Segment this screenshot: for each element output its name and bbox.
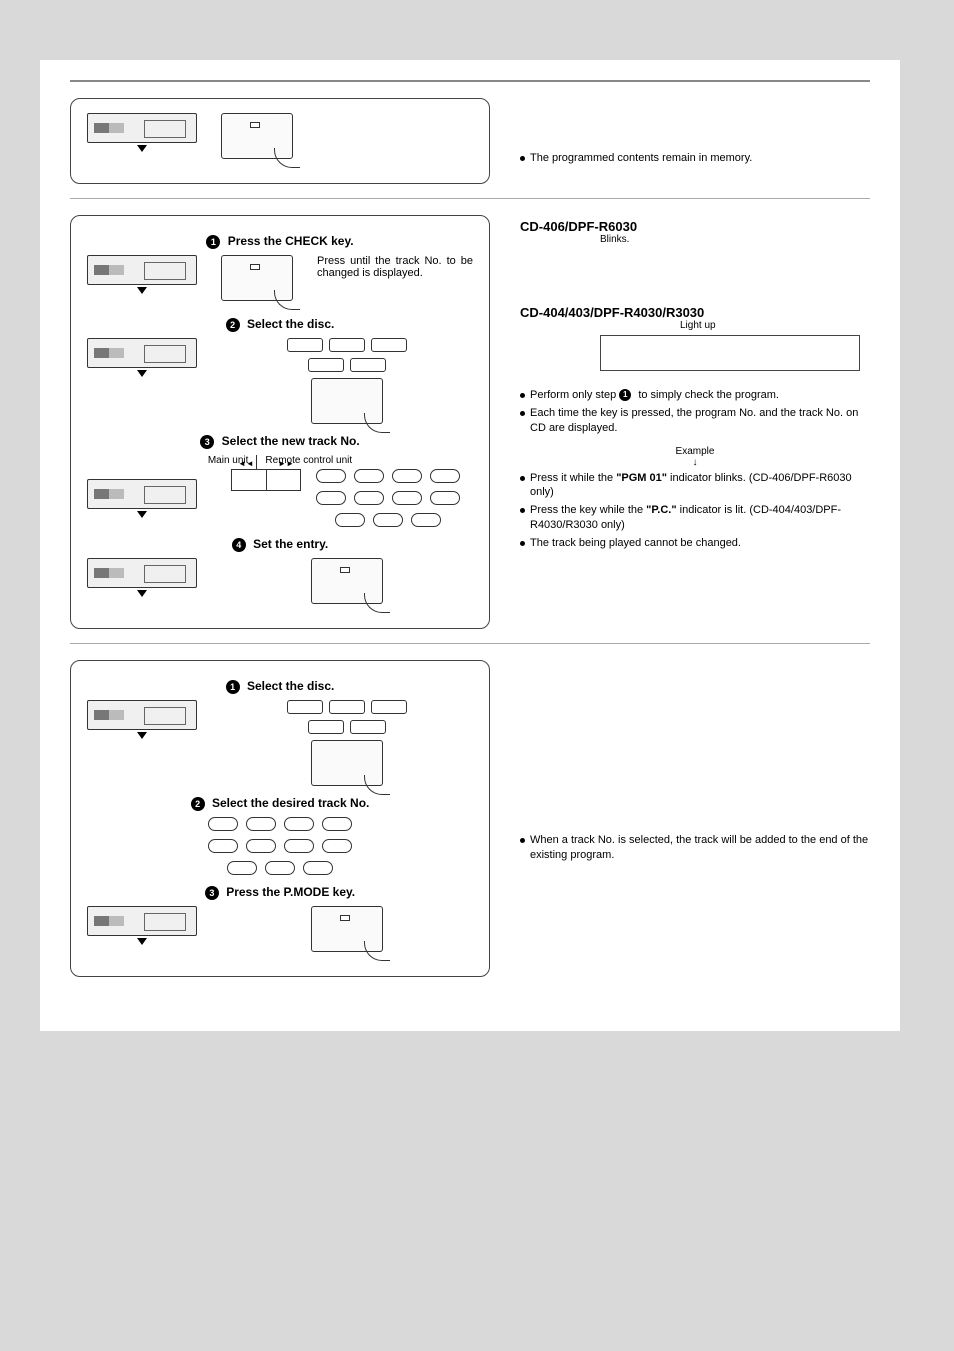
step3-label: Select the new track No. (222, 434, 360, 448)
device-icon (87, 338, 197, 368)
numeric-keys-icon (205, 817, 355, 875)
lightup-label: Light up (680, 320, 870, 331)
change-frame: 1 Press the CHECK key. Press until t (70, 215, 490, 629)
remote-hand-icon (311, 378, 383, 424)
disc-keys-icon (272, 700, 422, 734)
arrow-down-icon (137, 938, 147, 945)
step4-label: Set the entry. (253, 537, 328, 551)
each-time-note: Each time the key is pressed, the progra… (520, 406, 870, 436)
step-number-icon: 4 (232, 538, 246, 552)
step2-label: Select the disc. (247, 317, 334, 331)
stop-note: The programmed contents remain in memory… (520, 151, 870, 166)
skip-buttons-icon (231, 469, 301, 491)
divider (256, 455, 257, 469)
step-title: 1 Select the disc. (87, 679, 473, 694)
example-block: Example ↓ (520, 446, 870, 468)
device-icon (87, 113, 197, 143)
step-title: 2 Select the disc. (87, 317, 473, 332)
section-rule (70, 198, 870, 199)
step-number-icon: 1 (206, 235, 220, 249)
pgm-note: Press it while the "PGM 01" indicator bl… (520, 471, 870, 501)
add-step3-label: Press the P.MODE key. (226, 885, 355, 899)
numeric-keys-icon (313, 469, 463, 527)
remote-hand-icon (311, 740, 383, 786)
step-number-icon: 2 (191, 797, 205, 811)
step-number-icon: 3 (205, 886, 219, 900)
blinks-label: Blinks. (600, 234, 870, 245)
add-step1-label: Select the disc. (247, 679, 334, 693)
add-step2-label: Select the desired track No. (212, 796, 369, 810)
track-note: The track being played cannot be changed… (520, 536, 870, 551)
device-icon (87, 479, 197, 509)
step1-label: Press the CHECK key. (228, 234, 354, 248)
step1-desc: Press until the track No. to be changed … (317, 255, 473, 279)
arrow-down-icon (137, 145, 147, 152)
step-number-icon: 1 (226, 680, 240, 694)
device-icon (87, 906, 197, 936)
arrow-down-icon (137, 511, 147, 518)
device-icon (87, 255, 197, 285)
add-note: When a track No. is selected, the track … (520, 833, 870, 863)
arrow-down-icon (137, 590, 147, 597)
arrow-down-icon (137, 287, 147, 294)
change-section: 1 Press the CHECK key. Press until t (70, 215, 870, 629)
display-panel (600, 335, 860, 371)
model-b-heading: CD-404/403/DPF-R4030/R3030 (520, 305, 870, 320)
remote-set-icon (311, 558, 383, 604)
perform-note: Perform only step 1 to simply check the … (520, 388, 870, 403)
stop-section: The programmed contents remain in memory… (70, 98, 870, 184)
step-ref-icon: 1 (619, 389, 631, 401)
model-a-heading: CD-406/DPF-R6030 (520, 219, 870, 234)
add-frame: 1 Select the disc. (70, 660, 490, 977)
device-icon (87, 558, 197, 588)
stop-frame (70, 98, 490, 184)
remote-stop-icon (221, 113, 293, 159)
add-section: 1 Select the disc. (70, 660, 870, 977)
arrow-down-icon: ↓ (693, 457, 698, 468)
step-number-icon: 3 (200, 435, 214, 449)
arrow-down-icon (137, 370, 147, 377)
remote-pmode-icon (311, 906, 383, 952)
disc-keys-icon (272, 338, 422, 372)
step-title: 1 Press the CHECK key. (87, 234, 473, 249)
step-title: 3 Press the P.MODE key. (87, 885, 473, 900)
section-rule (70, 80, 870, 82)
arrow-down-icon (137, 732, 147, 739)
pc-note: Press the key while the "P.C." indicator… (520, 503, 870, 533)
step-number-icon: 2 (226, 318, 240, 332)
section-rule (70, 643, 870, 644)
step-title: 4 Set the entry. (87, 537, 473, 552)
device-icon (87, 700, 197, 730)
step-title: 3 Select the new track No. (87, 434, 473, 449)
remote-check-icon (221, 255, 293, 301)
step-title: 2 Select the desired track No. (87, 796, 473, 811)
